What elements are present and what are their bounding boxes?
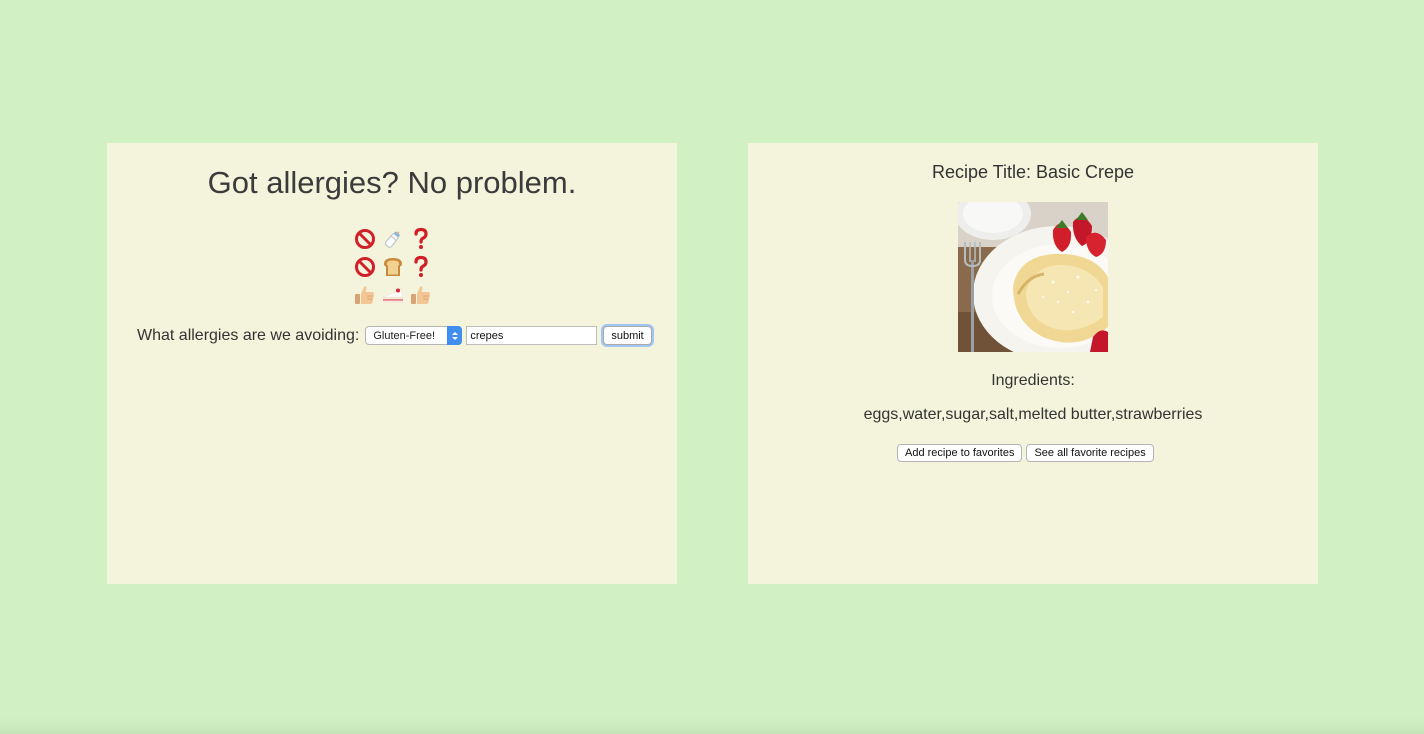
emoji-row-milk [351,225,435,253]
emoji-row-cake [351,281,435,309]
recipe-photo [958,202,1108,352]
favorites-actions: Add recipe to favorites See all favorite… [897,444,1154,462]
question-mark-icon [407,254,435,280]
emoji-row-bread [351,253,435,281]
thumbs-up-icon [351,282,379,308]
search-panel: Got allergies? No problem. What allergie… [107,143,677,584]
select-arrows-icon [447,326,463,345]
recipe-search-value: crepes [470,329,504,342]
ingredients-list: eggs,water,sugar,salt,melted butter,stra… [863,406,1203,423]
question-mark-icon [407,226,435,252]
allergy-select-value: Gluten-Free! [373,329,436,342]
recipe-panel: Recipe Title: Basic Crepe Ingredients: e… [748,143,1318,584]
ingredients-heading: Ingredients: [991,372,1075,389]
window-bottom-shadow [0,718,1424,734]
add-favorite-button[interactable]: Add recipe to favorites [897,444,1023,462]
thumbs-up-icon [407,282,435,308]
allergy-prompt-label: What allergies are we avoiding: [137,326,360,344]
bread-icon [379,254,407,280]
allergy-select[interactable]: Gluten-Free! [365,326,463,345]
page-title: Got allergies? No problem. [207,165,577,200]
see-favorites-button[interactable]: See all favorite recipes [1026,444,1154,462]
prohibited-icon [351,226,379,252]
recipe-title: Recipe Title: Basic Crepe [931,162,1135,182]
prohibited-icon [351,254,379,280]
submit-button[interactable]: submit [603,326,652,345]
recipe-search-input[interactable]: crepes [466,326,598,345]
cake-slice-icon [379,282,407,308]
allergy-emoji-grid [351,225,435,309]
search-form: What allergies are we avoiding: Gluten-F… [137,326,652,345]
baby-bottle-icon [379,226,407,252]
